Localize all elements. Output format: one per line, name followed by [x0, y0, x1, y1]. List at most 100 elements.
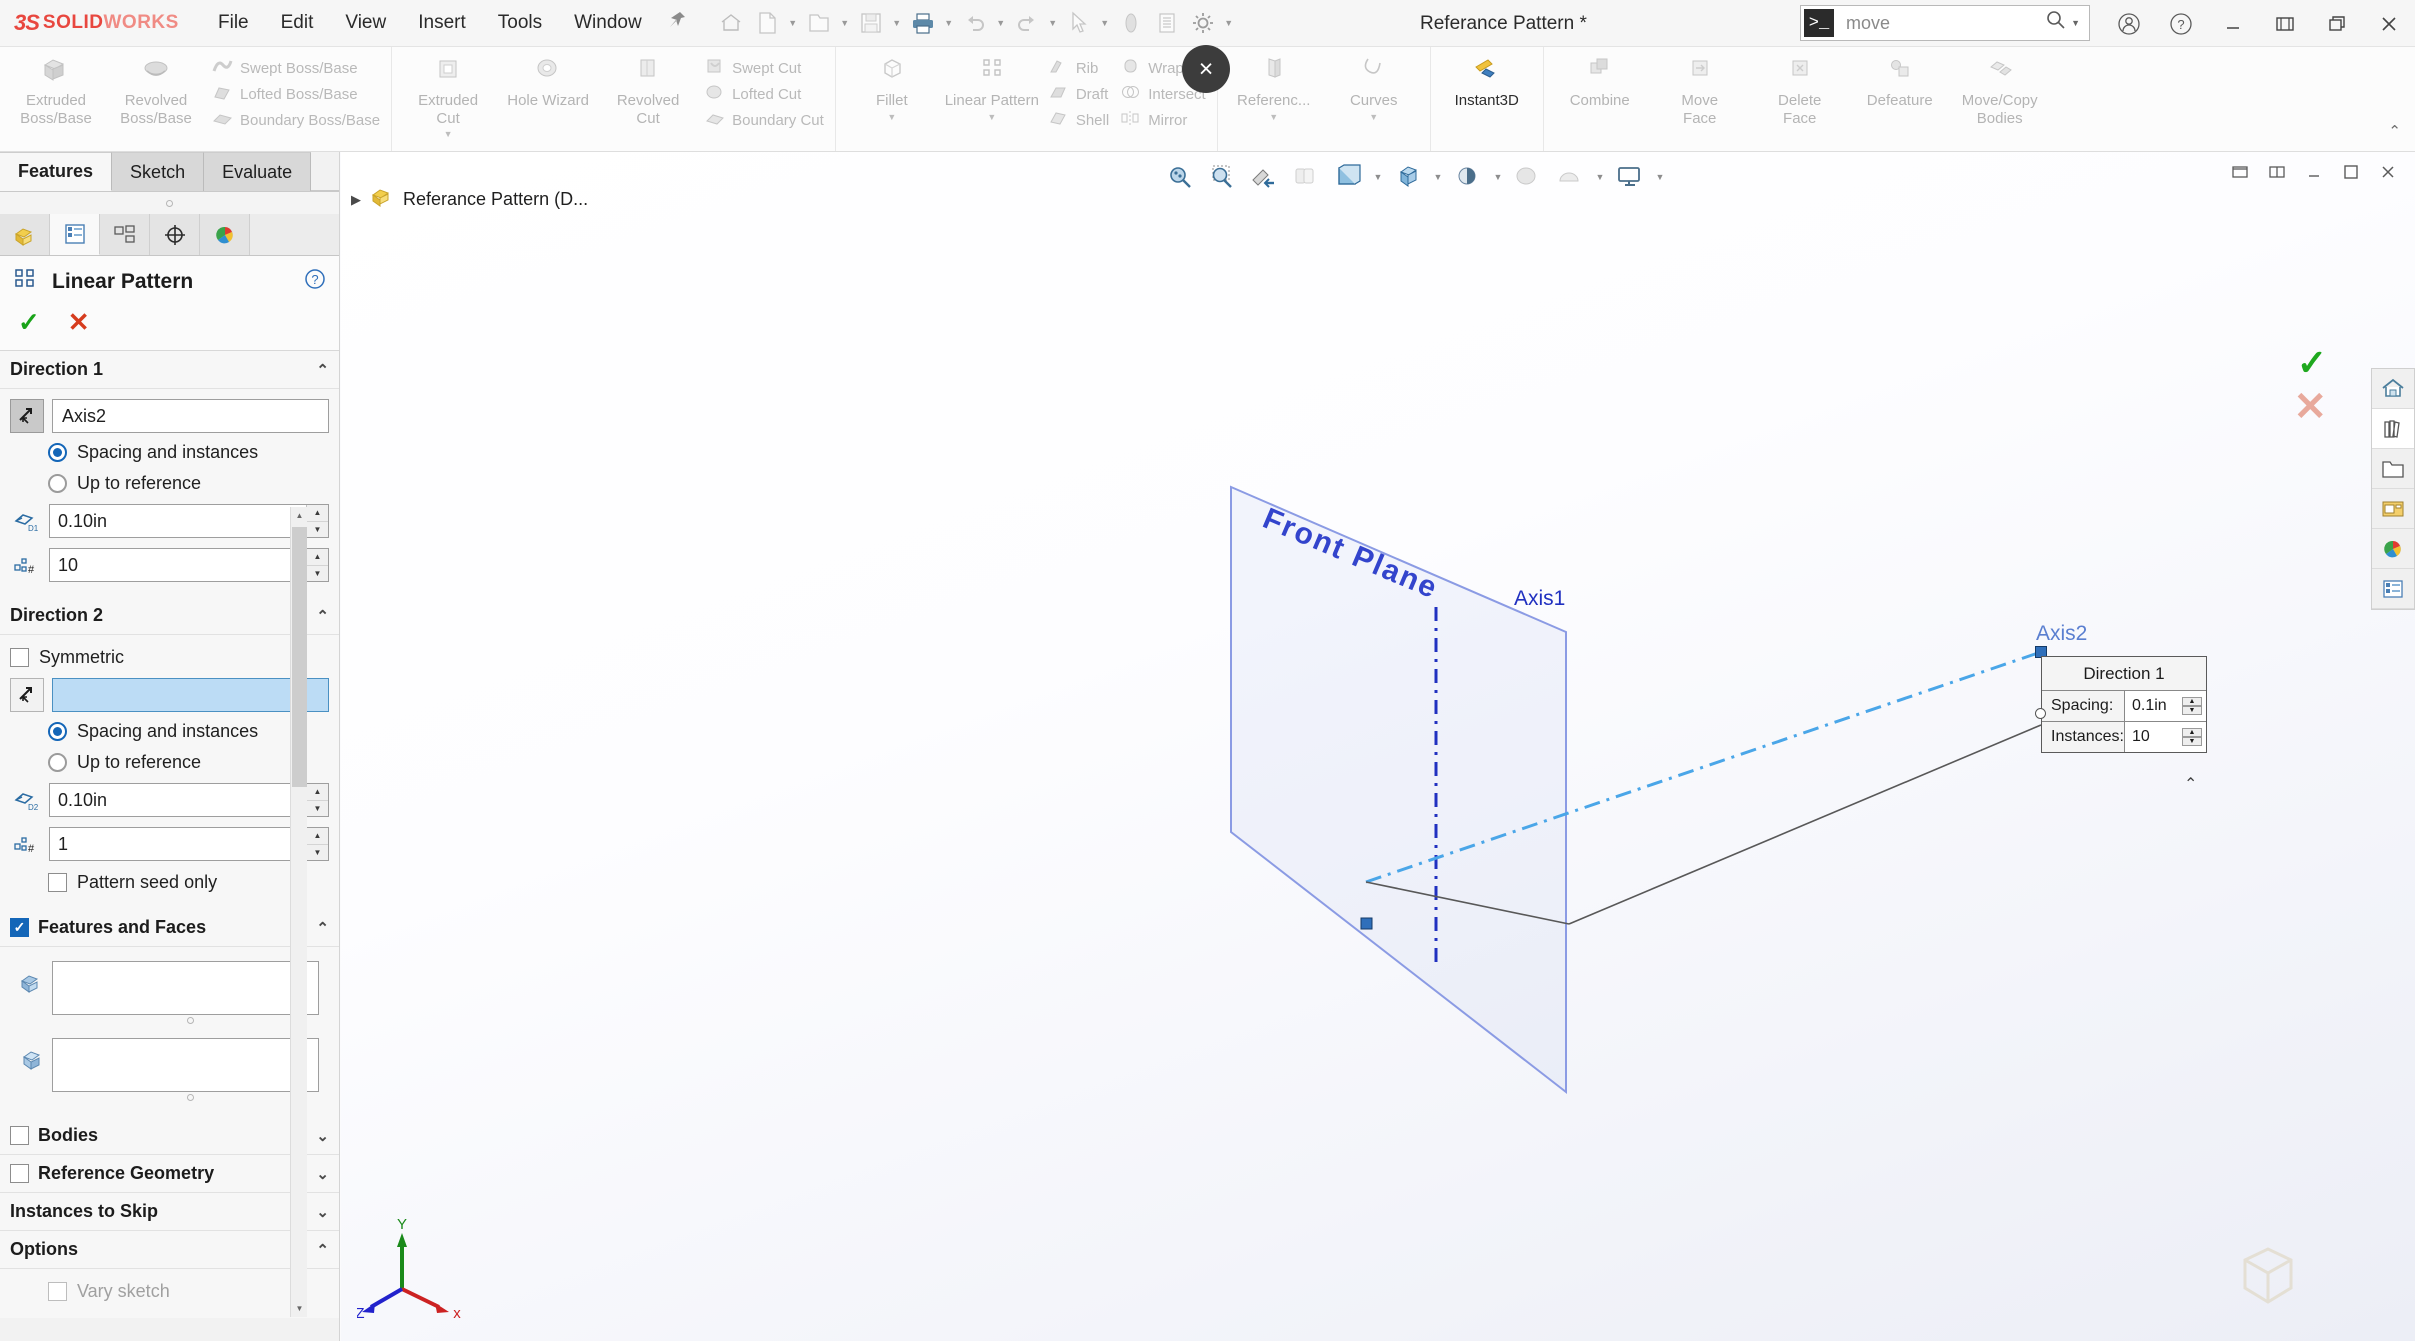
- undo-dropdown-icon[interactable]: ▼: [994, 18, 1008, 28]
- stepper-down-icon[interactable]: ▼: [307, 844, 328, 860]
- ribbon-button-revolved-cut[interactable]: Revolved Cut: [598, 51, 698, 147]
- direction1-spacing-mode-row[interactable]: Spacing and instances: [0, 437, 339, 468]
- section-direction2-header[interactable]: Direction 2 ⌃: [0, 597, 339, 635]
- direction2-uptoref-radio[interactable]: [48, 753, 67, 772]
- panel-scrollbar[interactable]: ▲ ▼: [290, 507, 307, 1317]
- rebuild-icon[interactable]: [1114, 6, 1148, 40]
- chevron-up-icon[interactable]: ⌃: [316, 919, 329, 937]
- section-instances-to-skip-header[interactable]: Instances to Skip ⌄: [0, 1193, 339, 1231]
- undo-icon[interactable]: [958, 6, 992, 40]
- direction2-spacing-field[interactable]: 0.10in ▲ ▼: [49, 783, 329, 817]
- collapse-ribbon-icon[interactable]: ⌃: [2388, 122, 2401, 140]
- scroll-up-icon[interactable]: ▲: [291, 507, 308, 524]
- direction1-spacing-field[interactable]: 0.10in ▲ ▼: [49, 504, 329, 538]
- direction1-select-button[interactable]: [10, 399, 44, 433]
- account-icon[interactable]: [2103, 0, 2155, 47]
- pm-tab-display-manager[interactable]: [200, 214, 250, 255]
- features-and-faces-checkbox[interactable]: ✓: [10, 918, 29, 937]
- callout-drag-handle[interactable]: [2035, 708, 2046, 719]
- minimize-button[interactable]: [2207, 0, 2259, 47]
- vary-sketch-row[interactable]: Vary sketch: [0, 1275, 339, 1308]
- ribbon-button-draft[interactable]: Draft: [1042, 81, 1114, 107]
- direction1-reference-field[interactable]: Axis2: [52, 399, 329, 433]
- open-document-icon[interactable]: [802, 6, 836, 40]
- callout-instances-stepper[interactable]: ▲ ▼: [2182, 728, 2202, 746]
- chevron-down-icon[interactable]: ▼: [444, 129, 453, 139]
- stepper-down-icon[interactable]: ▼: [2182, 706, 2202, 715]
- features-selection-box[interactable]: [52, 961, 319, 1015]
- direction1-instances-field[interactable]: 10 ▲ ▼: [49, 548, 329, 582]
- ribbon-button-boundary-boss-base[interactable]: Boundary Boss/Base: [206, 107, 385, 133]
- scroll-down-icon[interactable]: ▼: [291, 1300, 308, 1317]
- ribbon-button-extruded-boss-base[interactable]: Extruded Boss/Base: [6, 51, 106, 147]
- chevron-down-icon[interactable]: ▼: [1269, 112, 1278, 122]
- direction2-spacing-mode-row[interactable]: Spacing and instances: [0, 716, 339, 747]
- direction1-uptoref-mode-row[interactable]: Up to reference: [0, 468, 339, 499]
- direction1-spacing-radio[interactable]: [48, 443, 67, 462]
- ribbon-button-rib[interactable]: Rib: [1042, 55, 1114, 81]
- options-dropdown-icon[interactable]: ▼: [1222, 18, 1236, 28]
- faces-selection-box[interactable]: [52, 1038, 319, 1092]
- pm-tab-dimxpert-manager[interactable]: [150, 214, 200, 255]
- pattern-seed-only-checkbox[interactable]: [48, 873, 67, 892]
- help-icon[interactable]: ?: [2155, 0, 2207, 47]
- home-icon[interactable]: [714, 6, 748, 40]
- pm-tab-configuration-manager[interactable]: [100, 214, 150, 255]
- close-overlay-button[interactable]: ×: [1182, 45, 1230, 93]
- ribbon-button-lofted-boss-base[interactable]: Lofted Boss/Base: [206, 81, 385, 107]
- ribbon-button-move-copy-bodies[interactable]: Move/Copy Bodies: [1950, 51, 2050, 147]
- ribbon-button-swept-cut[interactable]: Swept Cut: [698, 55, 829, 81]
- ribbon-button-delete-face[interactable]: Delete Face: [1750, 51, 1850, 147]
- callout-collapse-icon[interactable]: ⌃: [2184, 774, 2197, 794]
- stepper-up-icon[interactable]: ▲: [307, 784, 328, 801]
- ribbon-button-shell[interactable]: Shell: [1042, 107, 1114, 133]
- direction2-instances-field[interactable]: 1 ▲ ▼: [49, 827, 329, 861]
- help-icon[interactable]: ?: [303, 267, 327, 297]
- new-document-icon[interactable]: [750, 6, 784, 40]
- ribbon-button-curves[interactable]: Curves ▼: [1324, 51, 1424, 147]
- ribbon-button-lofted-cut[interactable]: Lofted Cut: [698, 81, 829, 107]
- ribbon-button-move-face[interactable]: Move Face: [1650, 51, 1750, 147]
- ribbon-button-linear-pattern[interactable]: Linear Pattern ▼: [942, 51, 1042, 147]
- close-button[interactable]: [2363, 0, 2415, 47]
- instant3d-callout[interactable]: Direction 1 Spacing: 0.1in ▲ ▼ Instances:…: [2041, 656, 2207, 753]
- pm-tab-feature-tree[interactable]: [0, 214, 50, 255]
- tab-features[interactable]: Features: [0, 152, 113, 191]
- redo-dropdown-icon[interactable]: ▼: [1046, 18, 1060, 28]
- direction2-spacing-stepper[interactable]: ▲ ▼: [306, 784, 328, 816]
- section-bodies-header[interactable]: Bodies ⌄: [0, 1117, 339, 1155]
- callout-instances-field[interactable]: 10 ▲ ▼: [2124, 722, 2206, 752]
- reference-geometry-checkbox[interactable]: [10, 1164, 29, 1183]
- chevron-down-icon[interactable]: ⌄: [316, 1203, 329, 1221]
- menu-item-insert[interactable]: Insert: [402, 6, 482, 40]
- stepper-down-icon[interactable]: ▼: [307, 521, 328, 537]
- direction2-uptoref-mode-row[interactable]: Up to reference: [0, 747, 339, 778]
- menu-item-file[interactable]: File: [202, 6, 265, 40]
- chevron-up-icon[interactable]: ⌃: [316, 1241, 329, 1259]
- direction2-symmetric-row[interactable]: Symmetric: [0, 641, 339, 674]
- search-input[interactable]: move: [1834, 13, 2045, 34]
- model-edge-line[interactable]: [1568, 724, 2042, 925]
- endpoint-marker[interactable]: [1360, 917, 1373, 930]
- stepper-down-icon[interactable]: ▼: [307, 565, 328, 581]
- vary-sketch-checkbox[interactable]: [48, 1282, 67, 1301]
- save-icon[interactable]: [854, 6, 888, 40]
- ribbon-button-hole-wizard[interactable]: Hole Wizard: [498, 51, 598, 147]
- chevron-up-icon[interactable]: ⌃: [316, 361, 329, 379]
- stepper-down-icon[interactable]: ▼: [307, 800, 328, 816]
- maximize-button[interactable]: [2311, 0, 2363, 47]
- restore-button[interactable]: [2259, 0, 2311, 47]
- select-icon[interactable]: [1062, 6, 1096, 40]
- tab-sketch[interactable]: Sketch: [112, 152, 205, 191]
- file-properties-icon[interactable]: [1150, 6, 1184, 40]
- new-document-dropdown-icon[interactable]: ▼: [786, 18, 800, 28]
- ribbon-button-fillet[interactable]: Fillet ▼: [842, 51, 942, 147]
- chevron-down-icon[interactable]: ▼: [1369, 112, 1378, 122]
- save-dropdown-icon[interactable]: ▼: [890, 18, 904, 28]
- ribbon-button-swept-boss-base[interactable]: Swept Boss/Base: [206, 55, 385, 81]
- menu-item-tools[interactable]: Tools: [482, 6, 558, 40]
- direction2-symmetric-checkbox[interactable]: [10, 648, 29, 667]
- section-direction1-header[interactable]: Direction 1 ⌃: [0, 351, 339, 389]
- command-search-box[interactable]: >_ move ▼: [1800, 5, 2090, 41]
- menu-item-view[interactable]: View: [329, 6, 402, 40]
